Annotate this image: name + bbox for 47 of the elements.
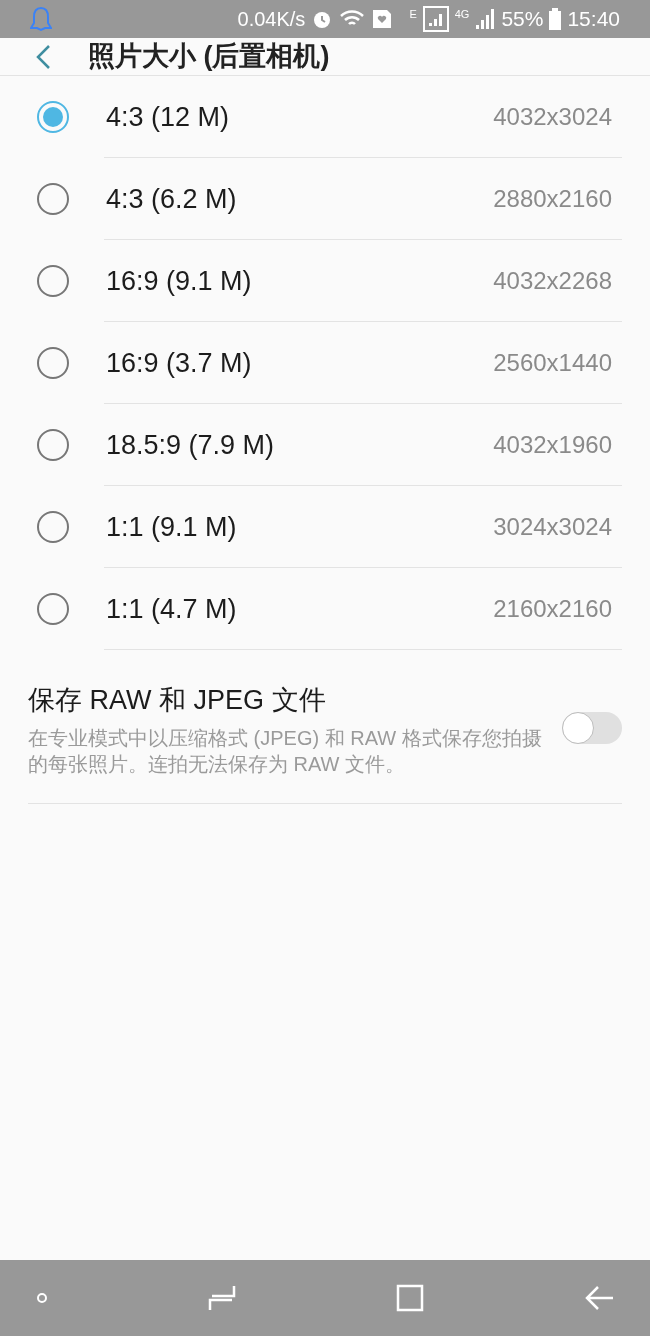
battery-icon bbox=[549, 8, 562, 30]
toggle-switch[interactable] bbox=[562, 712, 622, 745]
size-option[interactable]: 18.5:9 (7.9 M) 4032x1960 bbox=[0, 404, 650, 486]
back-icon bbox=[35, 43, 51, 70]
back-icon[interactable] bbox=[584, 1285, 614, 1311]
home-icon[interactable] bbox=[396, 1284, 424, 1312]
option-label: 18.5:9 (7.9 M) bbox=[106, 428, 276, 462]
radio-button[interactable] bbox=[37, 593, 69, 625]
radio-button[interactable] bbox=[37, 265, 69, 297]
option-resolution: 3024x3024 bbox=[493, 512, 612, 542]
option-label: 1:1 (4.7 M) bbox=[106, 592, 238, 626]
setting-title: 保存 RAW 和 JPEG 文件 bbox=[28, 684, 327, 717]
option-resolution: 2160x2160 bbox=[493, 594, 612, 624]
signal-icon bbox=[422, 6, 449, 32]
option-label: 1:1 (9.1 M) bbox=[106, 510, 238, 544]
option-label: 4:3 (6.2 M) bbox=[106, 182, 238, 216]
size-option[interactable]: 4:3 (12 M) 4032x3024 bbox=[0, 76, 650, 158]
setting-description: 在专业模式中以压缩格式 (JPEG) 和 RAW 格式保存您拍摄的每张照片。连拍无法保存为 RAW 文件。 bbox=[28, 725, 542, 777]
size-option[interactable]: 1:1 (4.7 M) 2160x2160 bbox=[0, 568, 650, 650]
option-resolution: 4032x1960 bbox=[493, 430, 612, 460]
raw-setting[interactable]: 保存 RAW 和 JPEG 文件 在专业模式中以压缩格式 (JPEG) 和 RAW 格式保存您拍摄的每张照片。连拍无法保存为 RAW 文件。 bbox=[28, 650, 622, 804]
option-resolution: 2880x2160 bbox=[493, 184, 612, 214]
option-resolution: 2560x1440 bbox=[493, 348, 612, 378]
radio-button[interactable] bbox=[37, 183, 69, 215]
option-resolution: 4032x3024 bbox=[493, 102, 612, 132]
signal-icon bbox=[475, 8, 496, 30]
option-label: 16:9 (9.1 M) bbox=[106, 264, 253, 298]
radio-button[interactable] bbox=[37, 511, 69, 543]
clock: 15:40 bbox=[567, 6, 620, 33]
network-type: E bbox=[409, 7, 417, 22]
option-resolution: 4032x2268 bbox=[493, 266, 612, 296]
size-option[interactable]: 4:3 (6.2 M) 2880x2160 bbox=[0, 158, 650, 240]
radio-button[interactable] bbox=[37, 101, 69, 133]
network-type: 4G bbox=[454, 7, 470, 22]
radio-button[interactable] bbox=[37, 429, 69, 461]
size-option[interactable]: 16:9 (9.1 M) 4032x2268 bbox=[0, 240, 650, 322]
size-option[interactable]: 1:1 (9.1 M) 3024x3024 bbox=[0, 486, 650, 568]
option-label: 4:3 (12 M) bbox=[106, 100, 231, 134]
battery-percentage: 55% bbox=[501, 6, 544, 33]
size-option[interactable]: 16:9 (3.7 M) 2560x1440 bbox=[0, 322, 650, 404]
option-label: 16:9 (3.7 M) bbox=[106, 346, 253, 380]
recent-apps-icon[interactable] bbox=[208, 1284, 236, 1312]
page-title: 照片大小 (后置相机) bbox=[88, 40, 330, 74]
card-icon bbox=[371, 8, 394, 30]
radio-button[interactable] bbox=[37, 347, 69, 379]
dot-icon[interactable] bbox=[36, 1292, 48, 1304]
network-speed: 0.04K/s bbox=[237, 7, 306, 32]
